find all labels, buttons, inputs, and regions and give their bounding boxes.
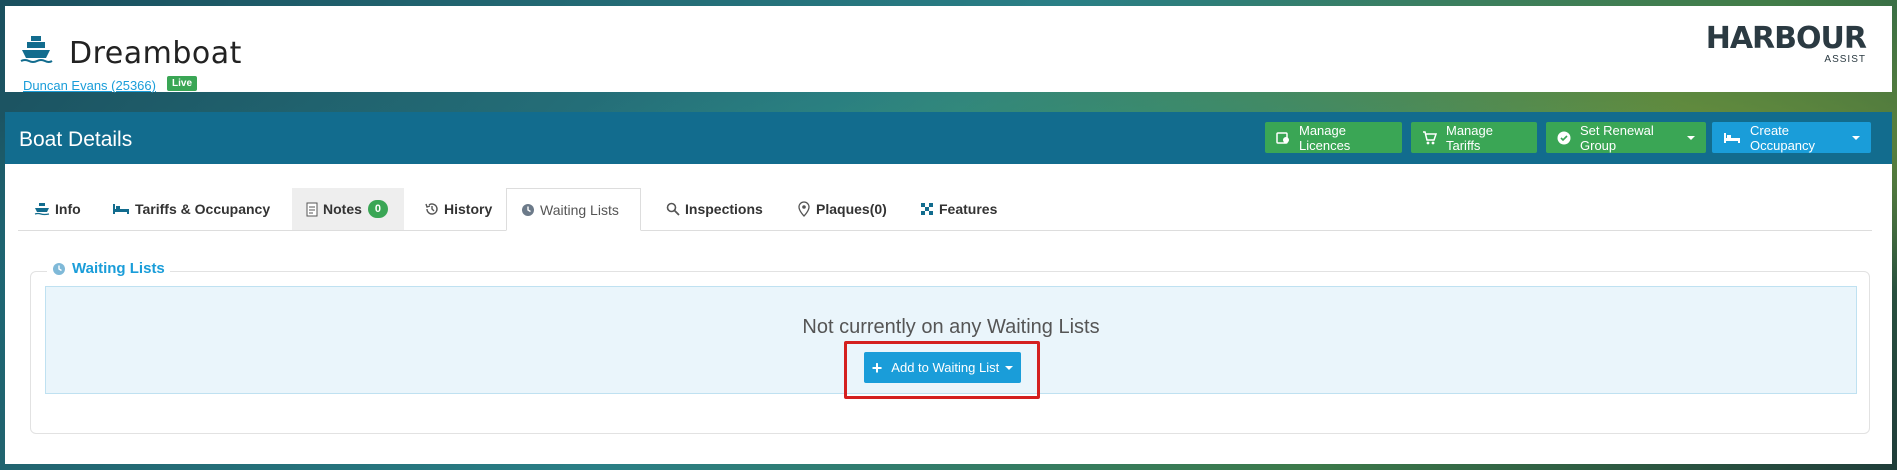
panel-header: Boat Details Manage Licences Manage Tari… — [5, 112, 1892, 164]
bed-icon — [112, 203, 130, 215]
tab-plaques[interactable]: Plaques(0) — [783, 188, 901, 230]
bed-icon — [1723, 132, 1741, 144]
set-renewal-group-label: Set Renewal Group — [1580, 122, 1654, 153]
create-occupancy-label: Create Occupancy — [1750, 122, 1816, 153]
notes-count-badge: 0 — [367, 200, 389, 218]
logo-main-text: HARBOUR — [1705, 21, 1867, 56]
boat-icon — [34, 202, 50, 216]
tab-features-label: Features — [939, 201, 998, 217]
plus-icon: + — [871, 357, 883, 378]
tab-tariffs-occupancy-label: Tariffs & Occupancy — [135, 201, 271, 217]
waiting-lists-legend: Waiting Lists — [47, 260, 170, 277]
clock-icon — [521, 203, 535, 217]
set-renewal-group-button[interactable]: Set Renewal Group — [1546, 122, 1706, 153]
empty-state-message: Not currently on any Waiting Lists — [802, 316, 1100, 338]
create-occupancy-button[interactable]: Create Occupancy — [1712, 122, 1871, 153]
map-pin-icon — [797, 201, 811, 217]
tab-bar: Info Tariffs & Occupancy Notes 0 History — [18, 188, 1872, 231]
chevron-down-icon — [1005, 365, 1014, 370]
chevron-down-icon — [1852, 135, 1860, 140]
check-circle-icon — [1557, 131, 1571, 145]
tab-features[interactable]: Features — [906, 188, 1011, 230]
tab-plaques-label: Plaques(0) — [816, 201, 887, 217]
manage-tariffs-label: Manage Tariffs — [1446, 122, 1493, 153]
boat-icon — [19, 34, 53, 66]
tab-history[interactable]: History — [411, 188, 506, 230]
manage-licences-label: Manage Licences — [1299, 122, 1351, 153]
grid-icon — [920, 202, 934, 216]
panel-title: Boat Details — [19, 128, 133, 151]
history-icon — [425, 202, 439, 216]
tab-history-label: History — [444, 201, 493, 217]
owner-link[interactable]: Duncan Evans (25366) — [23, 78, 156, 93]
tab-notes-label: Notes — [323, 201, 362, 217]
tab-tariffs-occupancy[interactable]: Tariffs & Occupancy — [98, 188, 284, 230]
tab-notes[interactable]: Notes 0 — [292, 188, 404, 230]
tab-inspections[interactable]: Inspections — [652, 188, 777, 230]
tab-info[interactable]: Info — [20, 188, 95, 230]
clock-icon — [52, 262, 66, 276]
header: Dreamboat Duncan Evans (25366) Live HARB… — [5, 6, 1892, 93]
add-to-waiting-list-label: Add to Waiting List — [891, 360, 1000, 375]
note-icon — [306, 202, 318, 217]
tab-info-label: Info — [55, 201, 81, 217]
tab-waiting-lists[interactable]: Waiting Lists — [506, 188, 641, 231]
waiting-lists-legend-label: Waiting Lists — [72, 260, 165, 277]
tab-inspections-label: Inspections — [685, 201, 763, 217]
add-to-waiting-list-button[interactable]: + Add to Waiting List — [864, 352, 1021, 383]
chevron-down-icon — [1687, 135, 1695, 140]
licence-icon — [1276, 131, 1290, 145]
boat-name: Dreamboat — [69, 36, 242, 71]
manage-tariffs-button[interactable]: Manage Tariffs — [1411, 122, 1537, 153]
boat-details-panel: Boat Details Manage Licences Manage Tari… — [5, 112, 1892, 464]
manage-licences-button[interactable]: Manage Licences — [1265, 122, 1402, 153]
cart-icon — [1422, 130, 1437, 145]
harbour-assist-logo: HARBOUR ASSIST — [1705, 21, 1867, 66]
search-icon — [666, 202, 680, 216]
tab-waiting-lists-label: Waiting Lists — [540, 201, 619, 218]
status-badge: Live — [167, 76, 198, 91]
